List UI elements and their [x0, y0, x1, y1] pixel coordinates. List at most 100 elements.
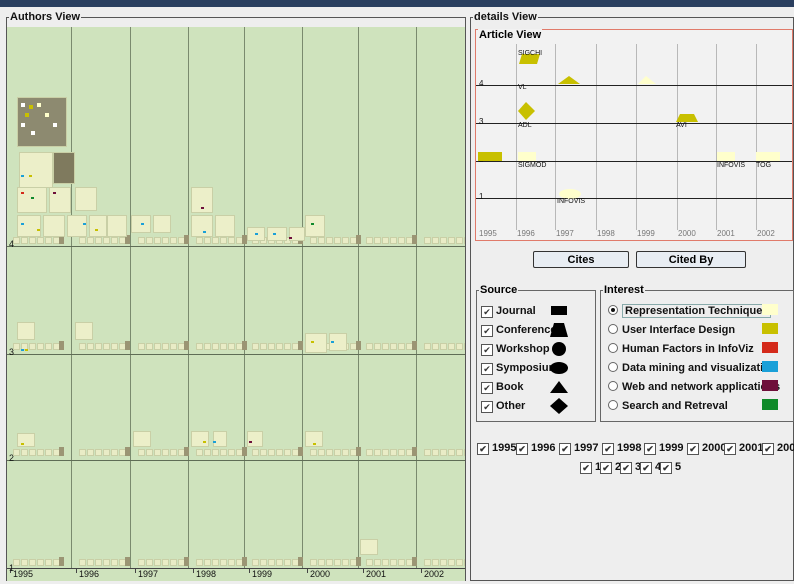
author-cell[interactable]	[170, 559, 177, 566]
year-checkbox[interactable]: ✔	[477, 443, 489, 455]
source-checkbox[interactable]: ✔	[481, 306, 493, 318]
author-cell[interactable]	[29, 343, 36, 350]
author-cell[interactable]	[196, 237, 203, 244]
author-cell[interactable]	[252, 343, 259, 350]
author-cell[interactable]	[366, 449, 373, 456]
year-filter[interactable]: ✔ 1995	[477, 442, 516, 455]
author-cell[interactable]	[456, 559, 463, 566]
author-cell[interactable]	[310, 559, 317, 566]
author-cell[interactable]	[196, 559, 203, 566]
author-cell[interactable]	[382, 449, 389, 456]
year-filter[interactable]: ✔ 1998	[602, 442, 641, 455]
author-cell[interactable]	[398, 449, 405, 456]
interest-option[interactable]: Web and network applications	[608, 381, 780, 393]
author-cell[interactable]	[45, 237, 52, 244]
author-cell[interactable]	[212, 449, 219, 456]
author-cell[interactable]	[146, 449, 153, 456]
author-cell[interactable]	[252, 449, 259, 456]
author-cell[interactable]	[212, 559, 219, 566]
author-block[interactable]	[17, 215, 41, 237]
source-option[interactable]: ✔ Conference	[481, 324, 557, 337]
interest-radio[interactable]	[608, 305, 618, 315]
author-cell[interactable]	[162, 237, 169, 244]
author-cell[interactable]	[45, 449, 52, 456]
author-cell[interactable]	[424, 237, 431, 244]
author-cell[interactable]	[170, 237, 177, 244]
author-cell[interactable]	[464, 237, 465, 244]
article-glyphs[interactable]	[476, 30, 792, 240]
authors-view-canvas[interactable]: 1995 1996 1997 1998 1999 2000 2001 2002 4 3 2 1	[7, 27, 465, 581]
author-cell[interactable]	[464, 343, 465, 350]
author-cell[interactable]	[268, 559, 275, 566]
article-view-panel[interactable]: Article View 1995 1996 1997 1998 1999 2000 200…	[475, 29, 793, 241]
level-filter[interactable]: ✔ 3	[620, 461, 641, 474]
author-cell[interactable]	[334, 559, 341, 566]
author-cell[interactable]	[448, 559, 455, 566]
level-filter[interactable]: ✔ 4	[640, 461, 661, 474]
author-cell[interactable]	[29, 559, 36, 566]
author-cell[interactable]	[390, 559, 397, 566]
author-cell[interactable]	[29, 449, 36, 456]
interest-option[interactable]: User Interface Design	[608, 324, 735, 336]
author-cell[interactable]	[29, 237, 36, 244]
author-cell[interactable]	[228, 559, 235, 566]
source-checkbox[interactable]: ✔	[481, 325, 493, 337]
cited-by-button[interactable]: Cited By	[636, 251, 746, 268]
author-block[interactable]	[49, 187, 71, 213]
author-cell[interactable]	[382, 343, 389, 350]
author-cell[interactable]	[79, 343, 86, 350]
author-cell[interactable]	[37, 343, 44, 350]
author-cell[interactable]	[95, 559, 102, 566]
author-cell[interactable]	[87, 449, 94, 456]
source-checkbox[interactable]: ✔	[481, 401, 493, 413]
author-block[interactable]	[360, 539, 378, 555]
source-checkbox[interactable]: ✔	[481, 344, 493, 356]
author-block[interactable]	[75, 187, 97, 211]
level-checkbox[interactable]: ✔	[600, 462, 612, 474]
author-cell[interactable]	[334, 449, 341, 456]
level-checkbox[interactable]: ✔	[580, 462, 592, 474]
author-cell[interactable]	[21, 449, 28, 456]
author-cell[interactable]	[146, 237, 153, 244]
author-cell[interactable]	[326, 449, 333, 456]
author-cell[interactable]	[220, 237, 227, 244]
author-cell[interactable]	[111, 237, 118, 244]
author-cell[interactable]	[212, 343, 219, 350]
level-filter[interactable]: ✔ 5	[660, 461, 681, 474]
year-checkbox[interactable]: ✔	[687, 443, 699, 455]
author-cell[interactable]	[366, 237, 373, 244]
author-cell[interactable]	[87, 343, 94, 350]
author-cell[interactable]	[228, 237, 235, 244]
author-cell[interactable]	[111, 343, 118, 350]
year-checkbox[interactable]: ✔	[559, 443, 571, 455]
author-cell[interactable]	[37, 559, 44, 566]
author-cell[interactable]	[220, 559, 227, 566]
author-cell[interactable]	[228, 343, 235, 350]
author-cell[interactable]	[456, 449, 463, 456]
author-cell[interactable]	[398, 559, 405, 566]
level-checkbox[interactable]: ✔	[620, 462, 632, 474]
author-cell[interactable]	[456, 237, 463, 244]
author-cell[interactable]	[196, 449, 203, 456]
author-cell[interactable]	[13, 449, 20, 456]
author-block[interactable]	[17, 187, 47, 213]
author-cell[interactable]	[342, 237, 349, 244]
author-block[interactable]	[153, 215, 171, 233]
author-block[interactable]	[17, 322, 35, 340]
author-cell[interactable]	[440, 559, 447, 566]
author-block[interactable]	[305, 215, 325, 237]
author-cell[interactable]	[382, 237, 389, 244]
author-block[interactable]	[75, 322, 93, 340]
author-cell[interactable]	[374, 343, 381, 350]
cites-button[interactable]: Cites	[533, 251, 629, 268]
author-cell[interactable]	[79, 237, 86, 244]
interest-option[interactable]: Search and Retreval	[608, 400, 728, 412]
author-cell[interactable]	[366, 559, 373, 566]
author-cell[interactable]	[154, 343, 161, 350]
author-cell[interactable]	[318, 559, 325, 566]
author-cell[interactable]	[111, 559, 118, 566]
author-cell[interactable]	[276, 449, 283, 456]
author-cell[interactable]	[310, 237, 317, 244]
author-cell[interactable]	[276, 559, 283, 566]
author-cell[interactable]	[366, 343, 373, 350]
